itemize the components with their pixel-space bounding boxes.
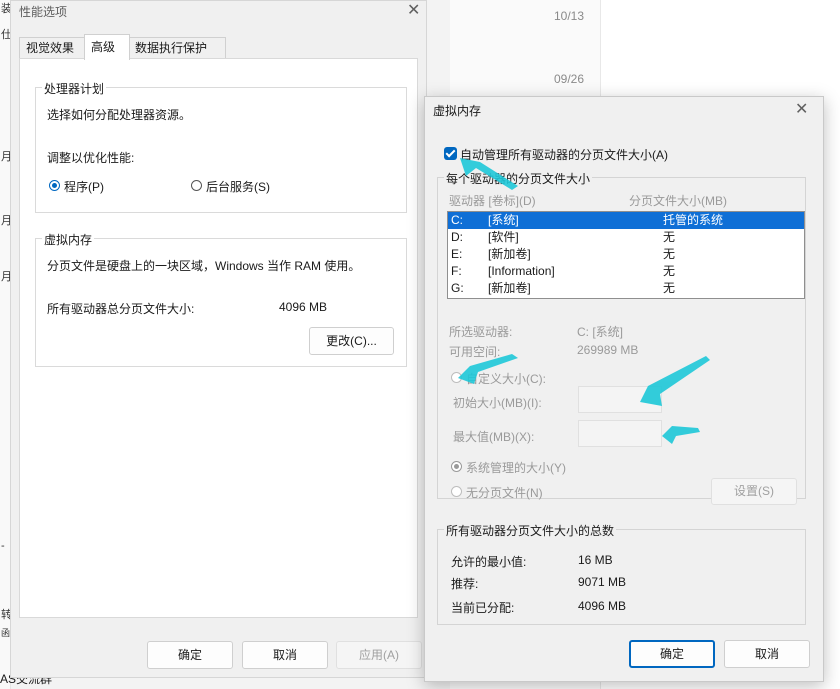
annotation-arrow <box>662 426 700 444</box>
annotation-arrow <box>458 354 518 384</box>
annotation-arrow <box>460 158 518 190</box>
annotation-arrow <box>640 356 710 406</box>
tab-advanced[interactable]: 高级 <box>84 34 130 60</box>
annotation-arrows <box>458 158 710 444</box>
